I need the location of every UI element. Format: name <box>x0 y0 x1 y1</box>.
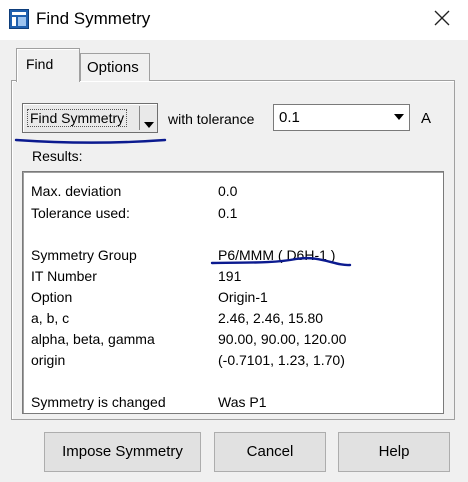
result-label-symmetry-group: Symmetry Group <box>31 247 137 263</box>
tab-find[interactable]: Find <box>16 48 80 82</box>
results-label: Results: <box>32 148 83 164</box>
find-symmetry-label: Find Symmetry <box>27 109 128 127</box>
chevron-down-icon <box>394 114 404 120</box>
result-label-tolerance-used: Tolerance used: <box>31 205 130 221</box>
result-label-symmetry-changed: Symmetry is changed <box>31 394 166 410</box>
result-label-it-number: IT Number <box>31 268 97 284</box>
result-value-option: Origin-1 <box>218 289 268 305</box>
tab-find-label: Find <box>26 56 54 72</box>
find-symmetry-button[interactable]: Find Symmetry <box>22 103 158 133</box>
result-value-it-number: 191 <box>218 268 242 284</box>
result-label-angles: alpha, beta, gamma <box>31 331 155 347</box>
result-label-abc: a, b, c <box>31 310 70 326</box>
close-icon <box>434 10 450 26</box>
tolerance-combobox[interactable]: 0.1 <box>273 104 410 131</box>
app-icon <box>9 9 29 29</box>
result-value-origin: (-0.7101, 1.23, 1.70) <box>218 352 345 368</box>
result-value-angles: 90.00, 90.00, 120.00 <box>218 331 347 347</box>
split-separator <box>139 106 140 130</box>
result-value-symmetry-changed: Was P1 <box>218 394 267 410</box>
impose-symmetry-button[interactable]: Impose Symmetry <box>44 432 201 472</box>
tolerance-label: with tolerance <box>168 111 255 127</box>
tab-options-label: Options <box>87 59 139 76</box>
tolerance-dropdown-button[interactable] <box>389 105 409 130</box>
tolerance-unit: A <box>421 110 432 127</box>
result-label-max-deviation: Max. deviation <box>31 183 122 199</box>
tolerance-value: 0.1 <box>279 109 300 126</box>
help-button[interactable]: Help <box>338 432 450 472</box>
result-value-tolerance-used: 0.1 <box>218 205 238 221</box>
close-button[interactable] <box>420 0 466 38</box>
window-title: Find Symmetry <box>36 9 151 28</box>
tab-options[interactable]: Options <box>80 53 150 81</box>
result-label-option: Option <box>31 289 73 305</box>
title-bar: Find Symmetry <box>0 0 468 40</box>
dropdown-arrow-icon[interactable] <box>144 115 154 133</box>
result-value-symmetry-group: P6/MMM ( D6H-1 ) <box>218 247 336 263</box>
result-value-abc: 2.46, 2.46, 15.80 <box>218 310 324 326</box>
cancel-button[interactable]: Cancel <box>214 432 326 472</box>
result-value-max-deviation: 0.0 <box>218 183 238 199</box>
result-label-origin: origin <box>31 352 66 368</box>
